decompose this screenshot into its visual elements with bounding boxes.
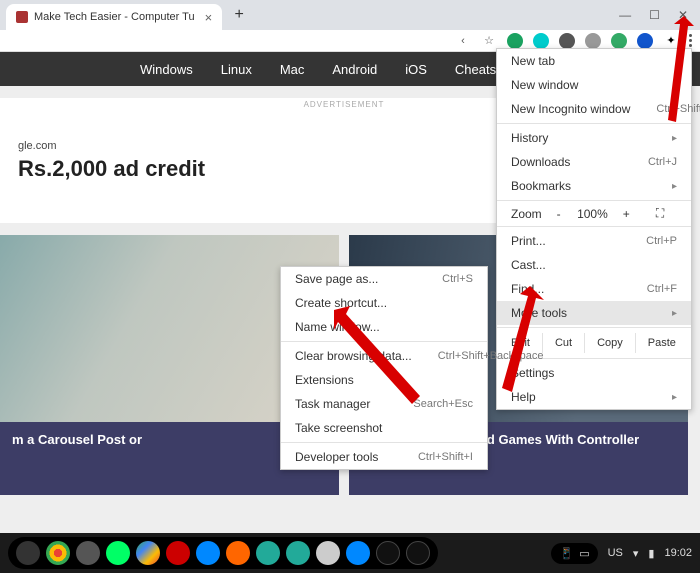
app-icon[interactable] [346,541,370,565]
shelf-dock [8,537,438,569]
app-icon[interactable] [376,541,400,565]
app-icon[interactable] [316,541,340,565]
share-icon[interactable]: ‹ [455,33,471,49]
zoom-in-button[interactable]: + [609,207,643,221]
extension-icon[interactable] [507,33,523,49]
submenu-create-shortcut[interactable]: Create shortcut... [281,291,487,315]
extension-icon[interactable] [559,33,575,49]
extension-icon[interactable] [533,33,549,49]
kebab-menu-button[interactable] [689,34,692,47]
ad-line2: Rs.2,000 ad credit [18,156,205,182]
extension-icon[interactable] [611,33,627,49]
app-icon[interactable] [226,541,250,565]
youtube-icon[interactable] [166,541,190,565]
menu-print[interactable]: Print...Ctrl+P [497,229,691,253]
launcher-icon[interactable] [16,541,40,565]
tab-title: Make Tech Easier - Computer Tu [34,11,195,23]
menu-zoom: Zoom - 100% + ⛶ [497,203,691,224]
chevron-right-icon: ▸ [672,308,677,319]
menu-history[interactable]: History▸ [497,126,691,150]
cast-icon: ▭ [579,547,589,560]
menu-more-tools[interactable]: More tools▸ [497,301,691,325]
zoom-value: 100% [576,207,610,221]
window-controls: — ☐ ✕ [619,8,700,22]
app-icon[interactable] [196,541,220,565]
app-icon[interactable] [256,541,280,565]
nav-item[interactable]: Windows [140,62,193,77]
menu-new-tab[interactable]: New tab [497,49,691,73]
chromeos-shelf: 📱 ▭ US ▾ ▮ 19:02 [0,533,700,573]
language-indicator[interactable]: US [608,547,623,559]
app-icon[interactable] [106,541,130,565]
clock[interactable]: 19:02 [664,547,692,559]
submenu-name-window[interactable]: Name window... [281,315,487,339]
phone-icon: 📱 [559,547,573,560]
chrome-icon[interactable] [46,541,70,565]
puzzle-icon[interactable]: ✦ [663,33,679,49]
ad-label: ADVERTISEMENT [304,100,385,109]
fullscreen-icon[interactable]: ⛶ [643,206,677,221]
submenu-save-page[interactable]: Save page as...Ctrl+S [281,267,487,291]
app-icon[interactable] [406,541,430,565]
menu-downloads[interactable]: DownloadsCtrl+J [497,150,691,174]
nav-item[interactable]: Android [332,62,377,77]
extension-icon[interactable] [637,33,653,49]
ad-line1: gle.com [18,140,205,152]
cut-button[interactable]: Cut [542,333,584,353]
chevron-right-icon: ▸ [672,392,677,403]
menu-new-window[interactable]: New window [497,73,691,97]
chevron-right-icon: ▸ [672,181,677,192]
menu-incognito[interactable]: New Incognito windowCtrl+Shift+N [497,97,691,121]
submenu-task-manager[interactable]: Task managerSearch+Esc [281,392,487,416]
menu-cast[interactable]: Cast... [497,253,691,277]
tray-pill[interactable]: 📱 ▭ [551,543,597,564]
extension-icon[interactable] [585,33,601,49]
system-tray[interactable]: 📱 ▭ US ▾ ▮ 19:02 [551,543,692,564]
menu-help[interactable]: Help▸ [497,385,691,409]
app-icon[interactable] [286,541,310,565]
app-icon[interactable] [76,541,100,565]
tab-close-icon[interactable]: × [205,10,213,25]
browser-titlebar: Make Tech Easier - Computer Tu × + — ☐ ✕ [0,0,700,30]
more-tools-submenu: Save page as...Ctrl+S Create shortcut...… [280,266,488,470]
battery-icon: ▮ [648,547,654,560]
menu-find[interactable]: Find...Ctrl+F [497,277,691,301]
submenu-dev-tools[interactable]: Developer toolsCtrl+Shift+I [281,445,487,469]
submenu-screenshot[interactable]: Take screenshot [281,416,487,440]
zoom-out-button[interactable]: - [542,207,576,221]
close-window-button[interactable]: ✕ [678,8,688,22]
menu-bookmarks[interactable]: Bookmarks▸ [497,174,691,198]
app-icon[interactable] [136,541,160,565]
submenu-clear-data[interactable]: Clear browsing data...Ctrl+Shift+Backspa… [281,344,487,368]
nav-item[interactable]: Mac [280,62,305,77]
star-icon[interactable]: ☆ [481,33,497,49]
nav-item[interactable]: Linux [221,62,252,77]
paste-button[interactable]: Paste [635,333,688,353]
submenu-extensions[interactable]: Extensions [281,368,487,392]
nav-item[interactable]: iOS [405,62,427,77]
minimize-button[interactable]: — [619,8,631,22]
favicon-icon [16,11,28,23]
new-tab-button[interactable]: + [228,4,250,26]
wifi-icon: ▾ [633,547,639,560]
maximize-button[interactable]: ☐ [649,8,660,22]
copy-button[interactable]: Copy [584,333,635,353]
browser-tab[interactable]: Make Tech Easier - Computer Tu × [6,4,222,30]
chevron-right-icon: ▸ [672,133,677,144]
menu-settings[interactable]: Settings [497,361,691,385]
